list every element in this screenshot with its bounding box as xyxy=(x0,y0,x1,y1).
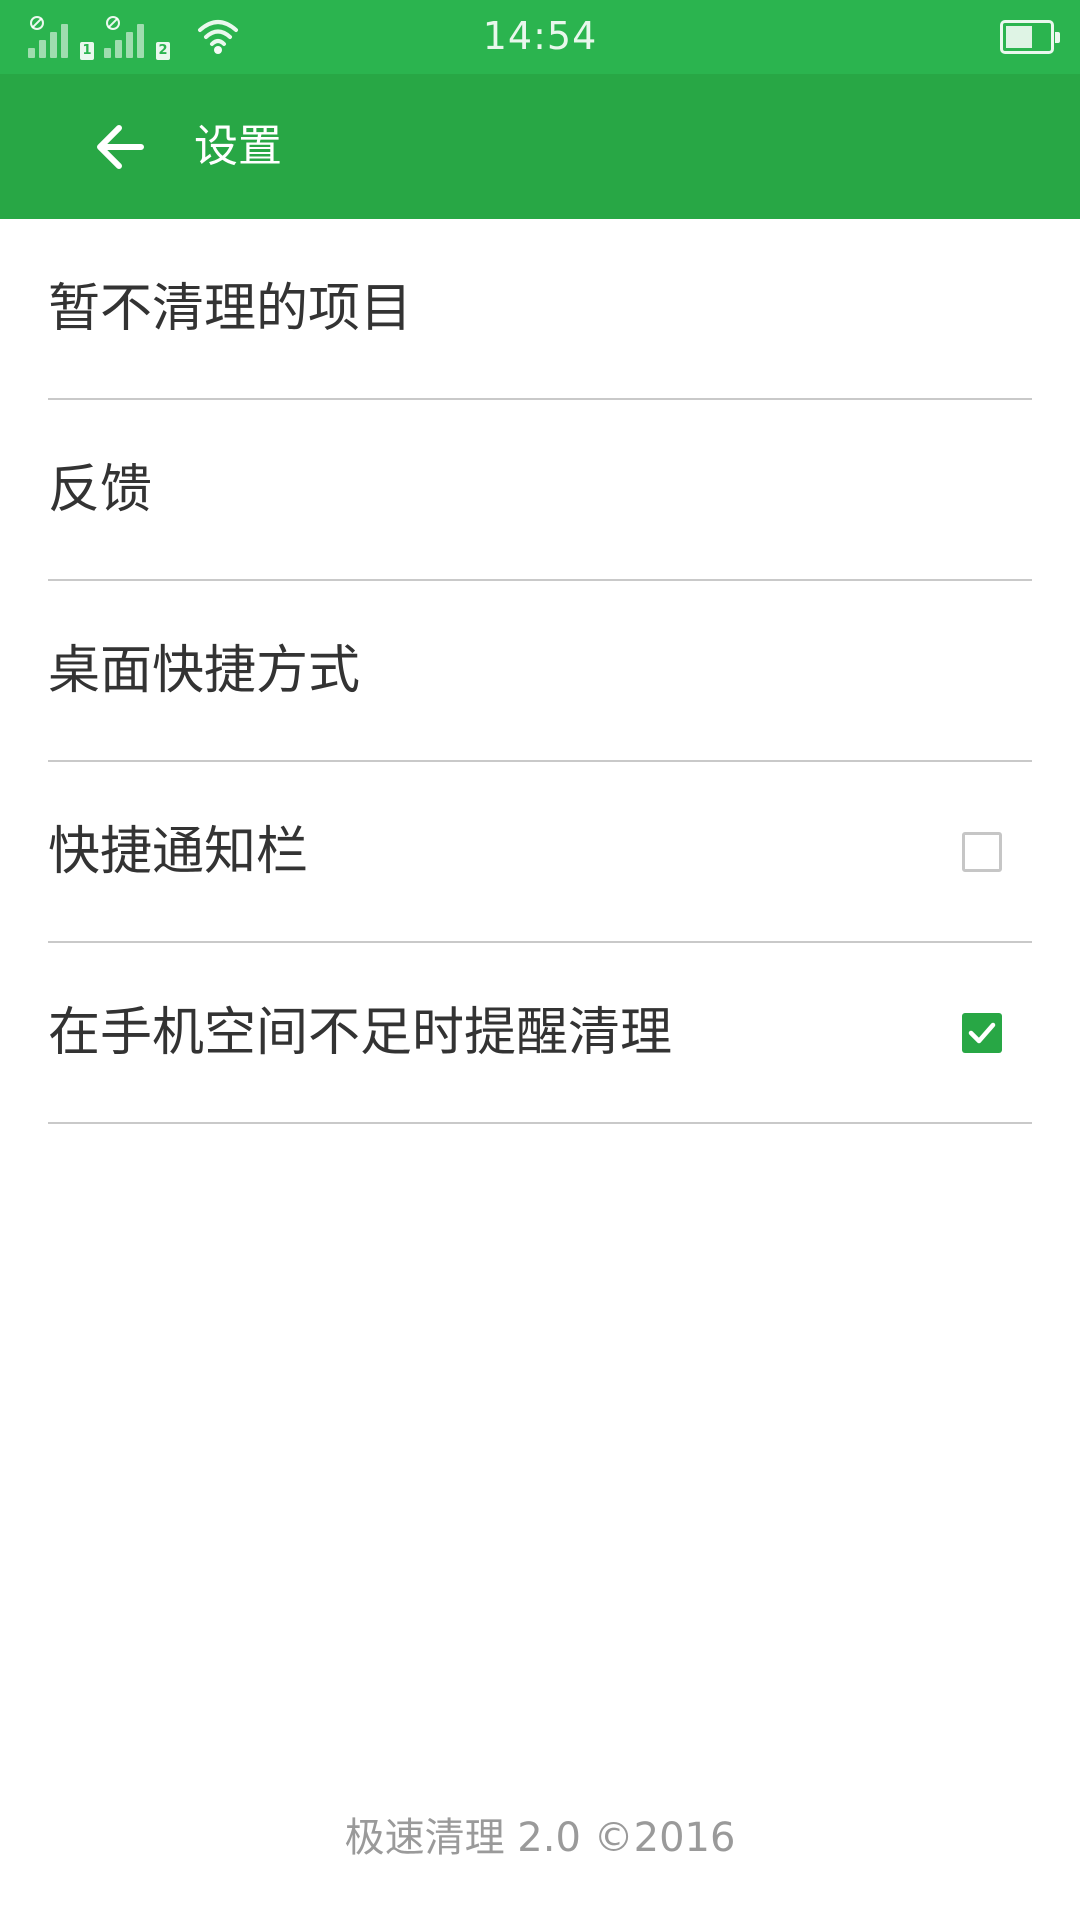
settings-item-low-storage-reminder[interactable]: 在手机空间不足时提醒清理 xyxy=(48,943,1032,1124)
status-bar: 1 2 14:54 xyxy=(0,0,1080,74)
settings-item-label: 反馈 xyxy=(48,459,153,520)
back-button[interactable] xyxy=(82,112,158,182)
arrow-left-icon xyxy=(97,125,144,169)
settings-item-notification-bar[interactable]: 快捷通知栏 xyxy=(48,762,1032,943)
settings-item-desktop-shortcut[interactable]: 桌面快捷方式 xyxy=(48,581,1032,762)
settings-item-label: 在手机空间不足时提醒清理 xyxy=(48,1002,673,1063)
low-storage-reminder-checkbox[interactable] xyxy=(962,1012,1002,1053)
settings-item-label: 快捷通知栏 xyxy=(48,821,309,882)
settings-item-label: 暂不清理的项目 xyxy=(48,278,413,339)
page-title: 设置 xyxy=(194,121,282,172)
checkmark-icon xyxy=(968,1022,996,1043)
settings-item-label: 桌面快捷方式 xyxy=(48,640,361,701)
settings-item-whitelist[interactable]: 暂不清理的项目 xyxy=(48,219,1032,400)
app-version-footer: 极速清理 2.0 ©2016 xyxy=(344,1815,736,1861)
battery-icon xyxy=(1000,20,1060,54)
notification-bar-checkbox[interactable] xyxy=(962,831,1002,872)
settings-item-feedback[interactable]: 反馈 xyxy=(48,400,1032,581)
settings-list: 暂不清理的项目 反馈 桌面快捷方式 快捷通知栏 在手机空间不足时提醒清理 xyxy=(48,219,1032,1124)
status-clock: 14:54 xyxy=(482,14,598,58)
app-bar: 设置 xyxy=(0,74,1080,219)
